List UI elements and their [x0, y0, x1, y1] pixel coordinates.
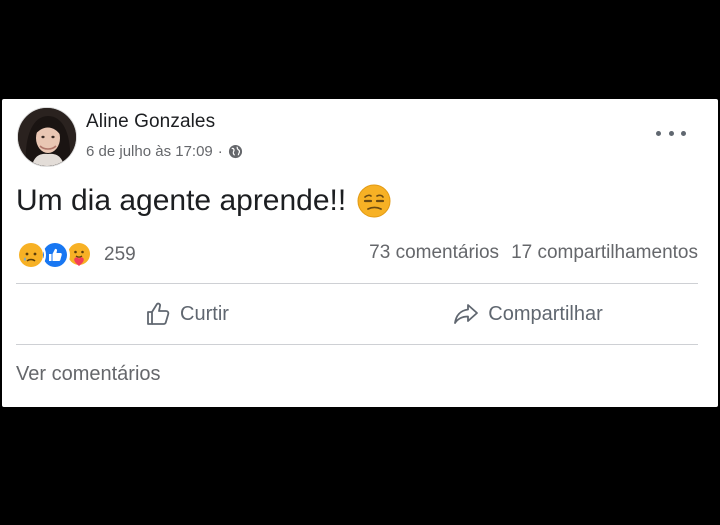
- reaction-summary[interactable]: 259: [16, 240, 136, 270]
- post-meta: 6 de julho às 17:09 ·: [86, 143, 243, 160]
- post-stats: 73 comentários 17 compartilhamentos: [369, 242, 698, 264]
- dot: [681, 130, 686, 136]
- post-text-content: Um dia agente aprende!!: [16, 184, 347, 217]
- share-button[interactable]: Compartilhar: [357, 285, 698, 343]
- post-timestamp[interactable]: 6 de julho às 17:09: [86, 143, 213, 160]
- avatar-photo: [18, 108, 76, 166]
- share-icon: [454, 304, 479, 324]
- post-text: Um dia agente aprende!!: [16, 183, 392, 219]
- view-comments-link[interactable]: Ver comentários: [16, 363, 161, 386]
- dot: [668, 130, 674, 136]
- sad-reaction-icon: [16, 240, 46, 270]
- like-button-label: Curtir: [180, 302, 229, 325]
- facebook-post-card: Aline Gonzales 6 de julho às 17:09 · Um …: [2, 99, 718, 407]
- comments-count[interactable]: 73 comentários: [369, 242, 499, 264]
- screenshot-frame: Aline Gonzales 6 de julho às 17:09 · Um …: [0, 0, 720, 525]
- meta-separator: ·: [217, 143, 223, 160]
- divider: [16, 283, 698, 284]
- reaction-count: 259: [104, 244, 136, 265]
- shares-count[interactable]: 17 compartilhamentos: [511, 242, 698, 264]
- more-options-icon[interactable]: [656, 123, 686, 143]
- like-button[interactable]: Curtir: [16, 285, 357, 343]
- globe-icon[interactable]: [228, 144, 243, 159]
- share-button-label: Compartilhar: [488, 302, 603, 325]
- author-name[interactable]: Aline Gonzales: [86, 111, 215, 133]
- action-bar: Curtir Compartilhar: [16, 285, 698, 343]
- divider: [16, 344, 698, 345]
- avatar[interactable]: [17, 107, 77, 167]
- unamused-face-emoji: [356, 183, 392, 219]
- thumbs-up-icon: [147, 302, 170, 325]
- dot: [656, 130, 661, 136]
